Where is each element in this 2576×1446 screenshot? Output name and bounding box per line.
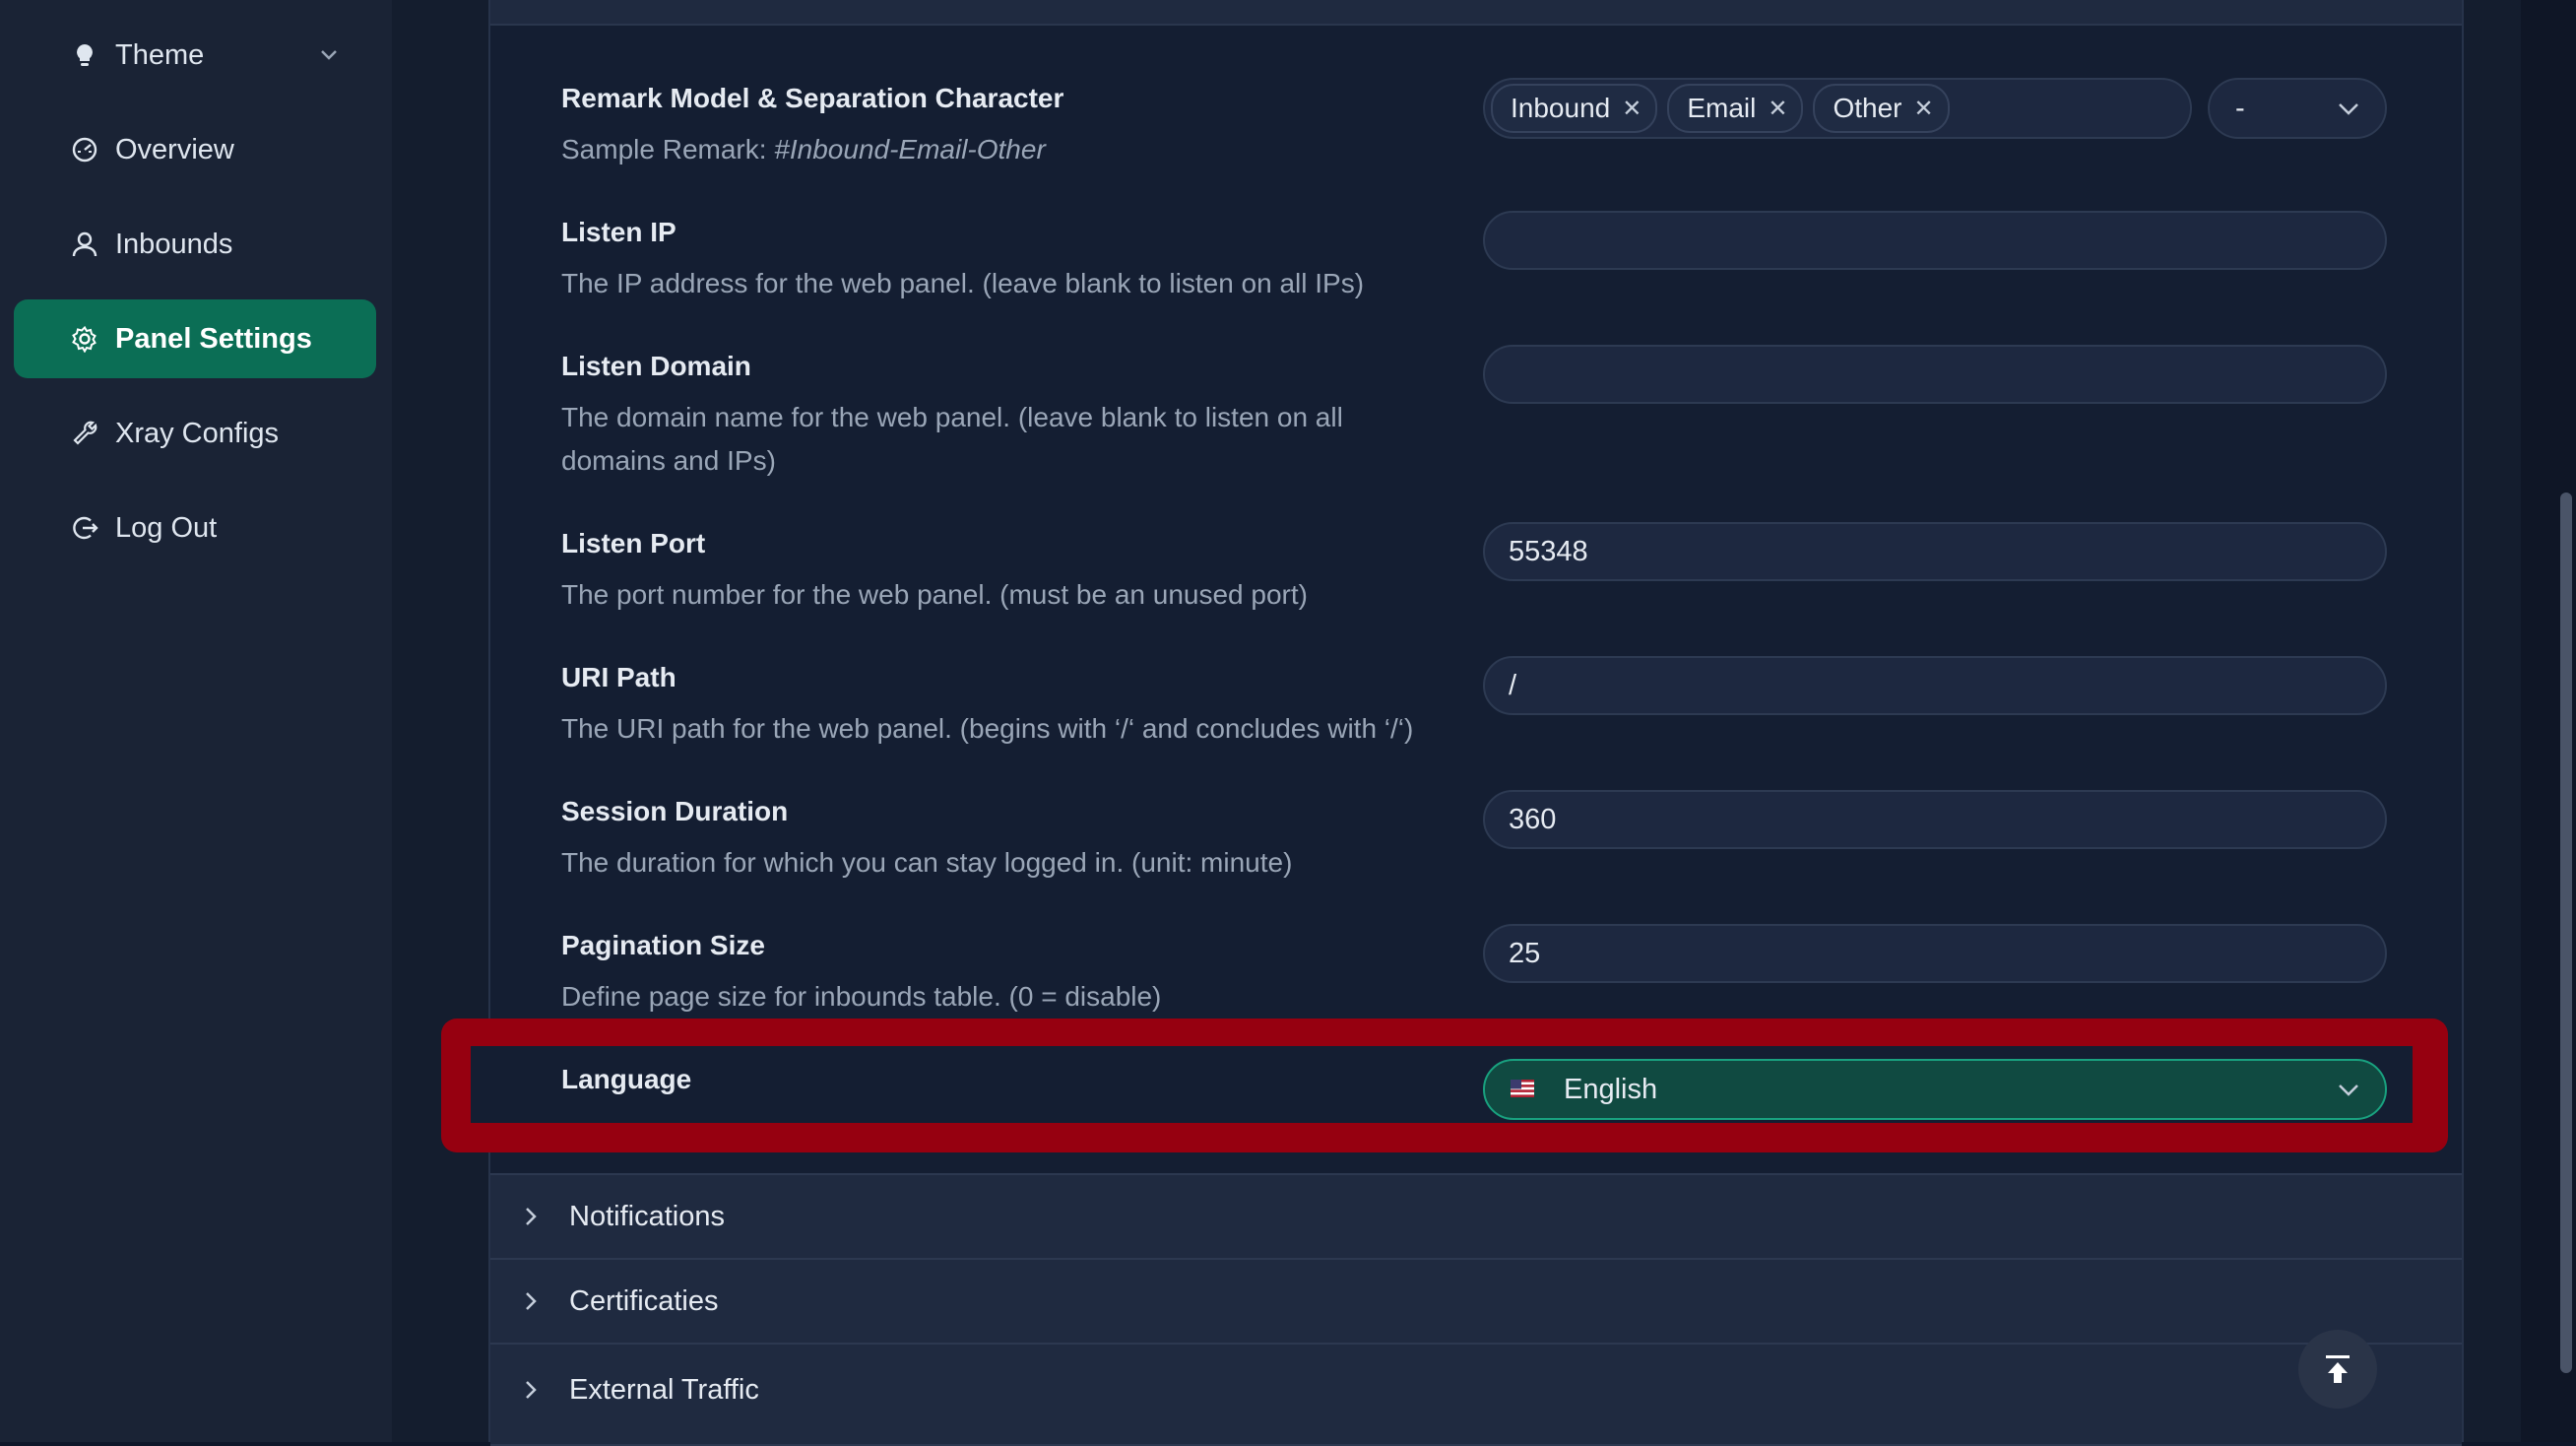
listen-domain-desc: The domain name for the web panel. (leav… bbox=[561, 402, 1343, 476]
uri-path-input[interactable]: / bbox=[1483, 656, 2387, 715]
sidebar-item-label: Inbounds bbox=[115, 228, 233, 260]
chevron-down-icon bbox=[2339, 103, 2358, 115]
sidebar-item-label: Overview bbox=[115, 133, 234, 165]
tag-label: Inbound bbox=[1511, 93, 1611, 123]
user-icon bbox=[72, 231, 97, 257]
pagination-size-desc: Define page size for inbounds table. (0 … bbox=[561, 981, 1162, 1012]
listen-port-input[interactable]: 55348 bbox=[1483, 522, 2387, 581]
sidebar-item-xray-configs[interactable]: Xray Configs bbox=[14, 394, 376, 473]
language-title: Language bbox=[561, 1064, 692, 1094]
main-content: Remark Model & Separation Character Samp… bbox=[423, 0, 2521, 1446]
sidebar-item-log-out[interactable]: Log Out bbox=[14, 489, 376, 567]
language-value: English bbox=[1564, 1073, 1658, 1105]
lightbulb-icon bbox=[77, 44, 93, 66]
language-select[interactable]: English bbox=[1483, 1059, 2387, 1120]
remark-model-select[interactable]: Inbound ✕ Email ✕ Other ✕ bbox=[1483, 78, 2192, 139]
session-duration-desc: The duration for which you can stay logg… bbox=[561, 847, 1293, 878]
listen-domain-title: Listen Domain bbox=[561, 351, 751, 381]
remark-sample: #Inbound-Email-Other bbox=[774, 134, 1046, 164]
sidebar-item-panel-settings[interactable]: Panel Settings bbox=[14, 299, 376, 378]
chevron-down-icon bbox=[321, 50, 337, 60]
logout-icon bbox=[73, 516, 98, 540]
chevron-right-icon bbox=[526, 1292, 537, 1310]
remark-tag: Other ✕ bbox=[1813, 84, 1950, 133]
listen-domain-input[interactable] bbox=[1483, 345, 2387, 404]
sidebar: Theme Overview Inbounds Panel Settings X… bbox=[0, 0, 392, 1442]
sidebar-item-label: Log Out bbox=[115, 511, 218, 544]
section-label: External Traffic bbox=[569, 1374, 759, 1406]
gear-icon bbox=[72, 325, 97, 353]
uri-path-title: URI Path bbox=[561, 662, 676, 692]
section-label: Notifications bbox=[569, 1200, 725, 1232]
wrench-icon bbox=[73, 421, 97, 445]
back-to-top-button[interactable] bbox=[2298, 1330, 2377, 1409]
remark-title: Remark Model & Separation Character bbox=[561, 83, 1064, 113]
remark-desc-prefix: Sample Remark: bbox=[561, 134, 775, 164]
sidebar-gutter bbox=[392, 0, 423, 1442]
uri-path-desc: The URI path for the web panel. (begins … bbox=[561, 713, 1414, 744]
pagination-size-input[interactable]: 25 bbox=[1483, 924, 2387, 983]
arrow-up-icon bbox=[2326, 1355, 2350, 1383]
section-label: Certificaties bbox=[569, 1284, 719, 1317]
chevron-down-icon bbox=[2339, 1084, 2358, 1096]
separator-value: - bbox=[2235, 92, 2245, 124]
dashboard-icon bbox=[72, 137, 97, 163]
listen-port-title: Listen Port bbox=[561, 528, 706, 559]
chevron-right-icon bbox=[526, 1381, 537, 1399]
sidebar-item-overview[interactable]: Overview bbox=[14, 110, 376, 189]
chevron-right-icon bbox=[526, 1208, 537, 1225]
session-duration-input[interactable]: 360 bbox=[1483, 790, 2387, 849]
section-notifications[interactable]: Notifications bbox=[490, 1173, 2462, 1258]
sidebar-item-theme[interactable]: Theme bbox=[14, 16, 376, 95]
listen-ip-title: Listen IP bbox=[561, 217, 676, 247]
close-icon[interactable]: ✕ bbox=[1768, 95, 1787, 123]
close-icon[interactable]: ✕ bbox=[1622, 95, 1642, 123]
sidebar-item-label: Theme bbox=[115, 38, 205, 71]
section-certificates[interactable]: Certificaties bbox=[490, 1258, 2462, 1343]
listen-ip-input[interactable] bbox=[1483, 211, 2387, 270]
pagination-size-title: Pagination Size bbox=[561, 930, 765, 960]
separator-select[interactable]: - bbox=[2208, 78, 2387, 139]
sidebar-item-label: Xray Configs bbox=[115, 417, 280, 449]
sidebar-item-inbounds[interactable]: Inbounds bbox=[14, 205, 376, 284]
remark-desc: Sample Remark: #Inbound-Email-Other bbox=[561, 128, 1046, 171]
sidebar-item-label: Panel Settings bbox=[115, 322, 312, 355]
settings-card: Remark Model & Separation Character Samp… bbox=[441, 0, 2464, 1446]
remark-tag: Email ✕ bbox=[1667, 84, 1804, 133]
section-external-traffic[interactable]: External Traffic bbox=[490, 1343, 2462, 1446]
tag-label: Other bbox=[1833, 93, 1902, 123]
us-flag-icon bbox=[1511, 1080, 1534, 1097]
tag-label: Email bbox=[1687, 93, 1757, 123]
close-icon[interactable]: ✕ bbox=[1913, 95, 1933, 123]
listen-port-desc: The port number for the web panel. (must… bbox=[561, 579, 1308, 610]
listen-ip-desc: The IP address for the web panel. (leave… bbox=[561, 268, 1365, 298]
card-header-edge bbox=[490, 0, 2462, 26]
scrollbar-thumb[interactable] bbox=[2560, 493, 2572, 1373]
remark-tag: Inbound ✕ bbox=[1491, 84, 1658, 133]
session-duration-title: Session Duration bbox=[561, 796, 789, 826]
